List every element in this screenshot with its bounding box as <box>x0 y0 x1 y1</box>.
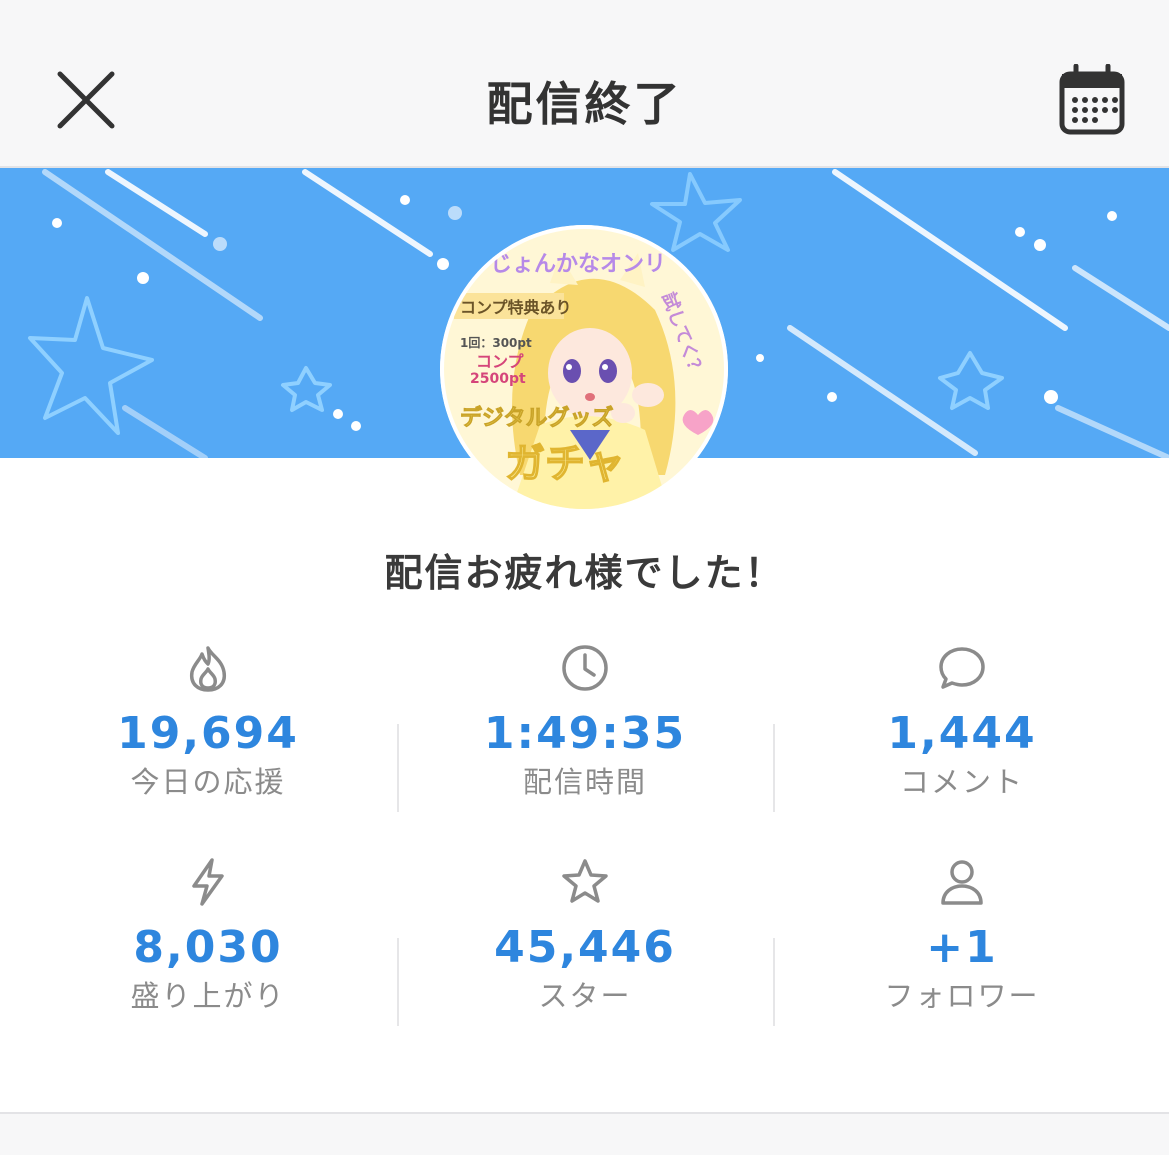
stat-value: 1:49:35 <box>483 708 687 759</box>
clock-icon <box>562 645 608 691</box>
avatar-caption-comp: コンプ <box>476 352 525 371</box>
top-bar: 配信終了 <box>0 0 1169 168</box>
bottom-area <box>0 1112 1169 1155</box>
avatar-caption-gacha: ガチャ <box>505 441 625 487</box>
stat-value: 19,694 <box>117 708 299 759</box>
avatar[interactable]: じょんかなオンリ コンプ特典あり 1回：300pt コンプ 2500pt 試して… <box>440 225 728 513</box>
stat-label: 盛り上がり <box>130 979 286 1013</box>
comment-icon <box>939 647 985 689</box>
calendar-button[interactable] <box>1058 63 1126 136</box>
stat-label: スター <box>538 979 632 1013</box>
stat-label: 配信時間 <box>522 765 647 799</box>
lightning-icon <box>192 858 224 906</box>
stat-stars: 45,446 スター <box>395 856 775 1016</box>
avatar-caption-digital: デジタルグッズ <box>460 405 614 431</box>
avatar-caption-comp-pt: 2500pt <box>470 371 526 387</box>
avatar-caption-top: じょんかなオンリ <box>490 252 666 277</box>
stat-value: +1 <box>926 922 998 973</box>
stat-label: フォロワー <box>884 979 1040 1013</box>
page-title: 配信終了 <box>486 77 683 131</box>
stat-support: 19,694 今日の応援 <box>18 642 398 802</box>
stat-label: コメント <box>899 765 1024 799</box>
stat-duration: 1:49:35 配信時間 <box>395 642 775 802</box>
stat-label: 今日の応援 <box>130 765 286 799</box>
stat-comments: 1,444 コメント <box>772 642 1152 802</box>
person-icon <box>941 860 983 905</box>
flame-icon <box>189 646 227 692</box>
avatar-caption-badge: コンプ特典あり <box>460 298 572 317</box>
calendar-icon <box>1059 63 1125 135</box>
stat-excitement: 8,030 盛り上がり <box>18 856 398 1016</box>
star-icon <box>562 859 608 903</box>
stat-followers: +1 フォロワー <box>772 856 1152 1016</box>
stat-value: 1,444 <box>887 708 1037 759</box>
thanks-message: 配信お疲れ様でした！ <box>384 551 785 595</box>
avatar-caption-price: 1回：300pt <box>460 336 532 350</box>
stat-value: 8,030 <box>133 922 283 973</box>
stat-value: 45,446 <box>494 922 676 973</box>
